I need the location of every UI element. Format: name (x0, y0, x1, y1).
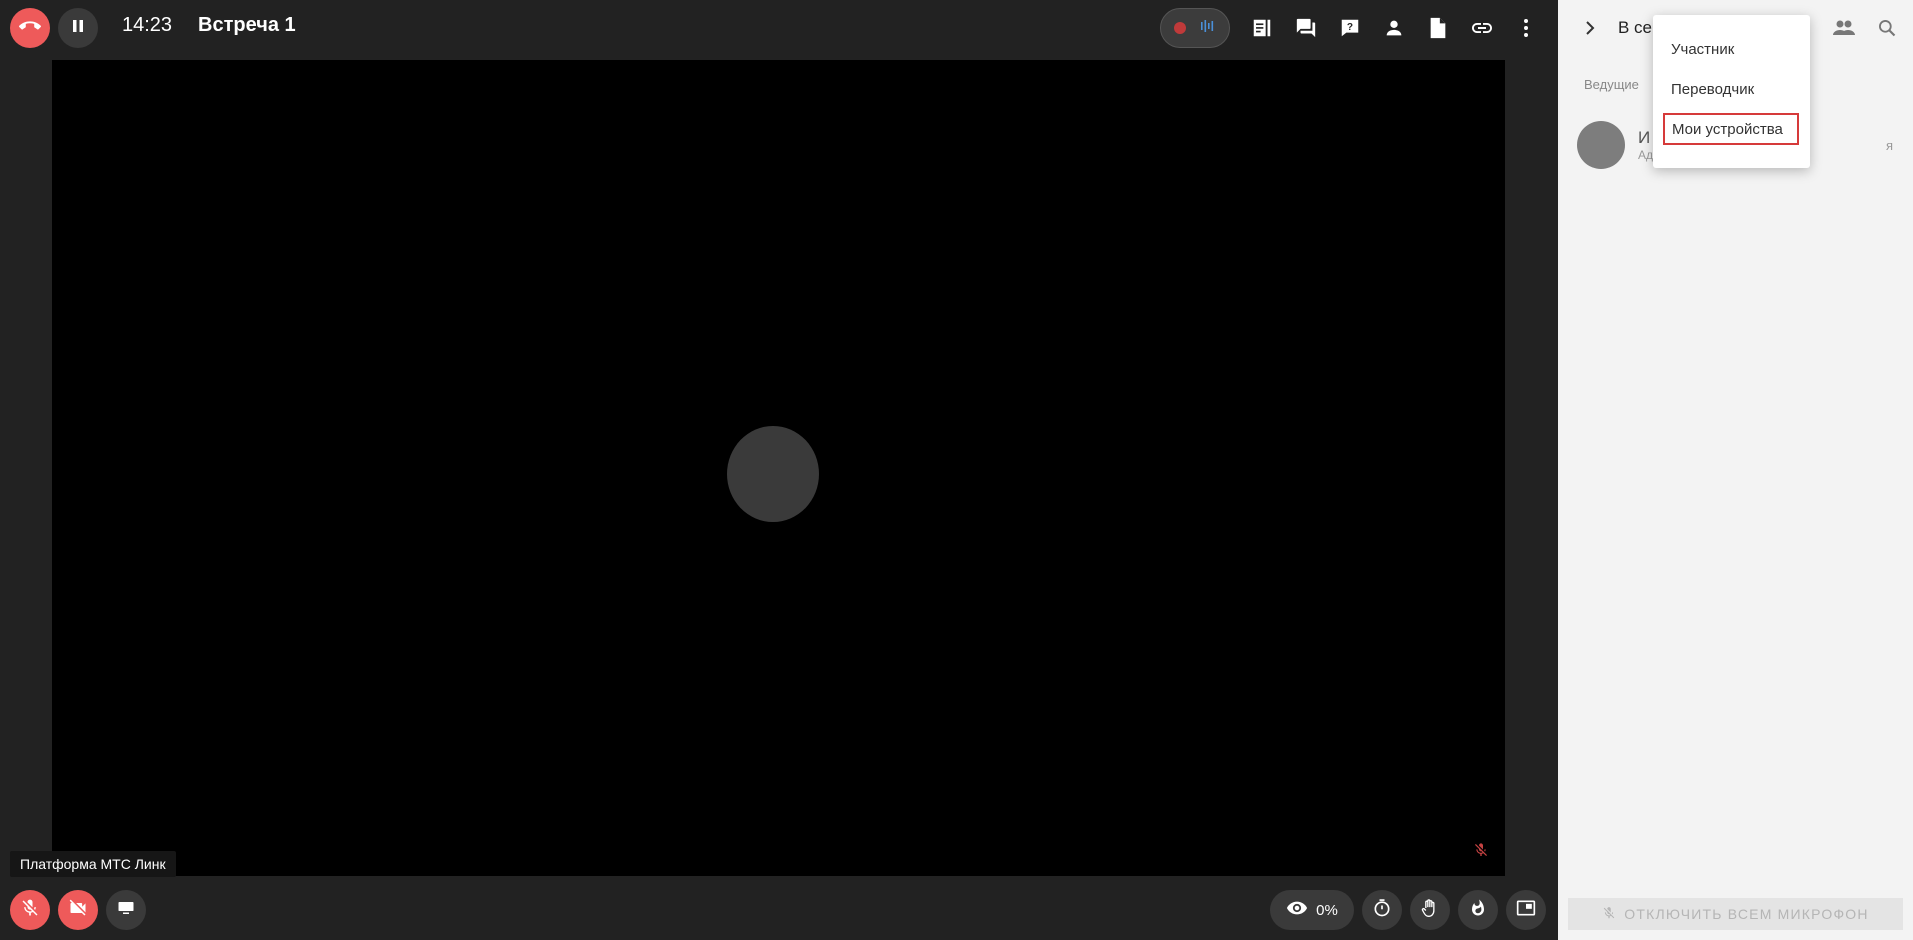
questions-icon[interactable]: ? (1336, 14, 1364, 42)
camera-toggle-button[interactable] (58, 890, 98, 930)
platform-label: Платформа МТС Линк (10, 851, 176, 877)
reactions-button[interactable] (1458, 890, 1498, 930)
more-vert-icon[interactable] (1512, 14, 1540, 42)
participant-self-badge: я (1885, 138, 1893, 153)
mic-off-icon (20, 898, 40, 923)
people-icon[interactable] (1830, 14, 1858, 42)
svg-text:?: ? (1347, 22, 1353, 33)
file-icon[interactable] (1424, 14, 1452, 42)
chat-icon[interactable] (1292, 14, 1320, 42)
person-icon[interactable] (1380, 14, 1408, 42)
link-icon[interactable] (1468, 14, 1496, 42)
audio-levels-icon (1200, 19, 1216, 38)
menu-item-participant[interactable]: Участник (1653, 32, 1810, 68)
video-tile (52, 60, 1505, 876)
mute-all-label: Отключить всем микрофон (1624, 906, 1869, 922)
fire-icon (1469, 898, 1487, 923)
search-icon[interactable] (1873, 14, 1901, 42)
stopwatch-icon (1372, 898, 1392, 923)
monitor-icon (117, 899, 135, 922)
hangup-button[interactable] (10, 8, 50, 48)
mute-all-button[interactable]: Отключить всем микрофон (1568, 898, 1903, 930)
participant-role: Ад (1638, 148, 1654, 162)
mic-toggle-button[interactable] (10, 890, 50, 930)
pause-icon (70, 18, 86, 39)
conference-stage: 14:23 Встреча 1 ? Платформа МТС Линк 0% (0, 0, 1558, 940)
menu-item-translator[interactable]: Переводчик (1653, 72, 1810, 108)
eye-icon (1286, 900, 1308, 920)
section-hosts-label: Ведущие (1584, 77, 1639, 92)
mic-off-icon (1473, 841, 1489, 864)
camera-off-icon (68, 898, 88, 923)
meeting-title: Встреча 1 (198, 14, 296, 36)
top-bar: 14:23 Встреча 1 ? (0, 0, 1558, 56)
notes-icon[interactable] (1248, 14, 1276, 42)
video-avatar (727, 426, 819, 522)
recording-pill[interactable] (1160, 8, 1230, 48)
meeting-time: 14:23 (122, 14, 173, 36)
screen-share-button[interactable] (106, 890, 146, 930)
avatar (1577, 121, 1625, 169)
pip-icon (1516, 899, 1536, 922)
participant-name: И (1638, 128, 1651, 147)
pause-button[interactable] (58, 8, 98, 48)
mic-off-icon (1602, 906, 1616, 923)
menu-item-my-devices[interactable]: Мои устройства (1663, 113, 1799, 145)
panel-title: В се (1618, 18, 1653, 37)
views-percent: 0% (1316, 901, 1338, 919)
bottom-bar: 0% (0, 884, 1558, 940)
raise-hand-button[interactable] (1410, 890, 1450, 930)
role-dropdown-menu: Участник Переводчик Мои устройства (1653, 15, 1810, 168)
app-root: 14:23 Встреча 1 ? Платформа МТС Линк 0% … (0, 0, 1913, 940)
phone-hangup-icon (18, 15, 41, 42)
record-dot-icon (1174, 22, 1186, 34)
hand-icon (1420, 898, 1440, 923)
chevron-right-icon[interactable] (1578, 16, 1602, 40)
picture-in-picture-button[interactable] (1506, 890, 1546, 930)
timer-button[interactable] (1362, 890, 1402, 930)
engagement-indicator[interactable]: 0% (1270, 890, 1354, 930)
